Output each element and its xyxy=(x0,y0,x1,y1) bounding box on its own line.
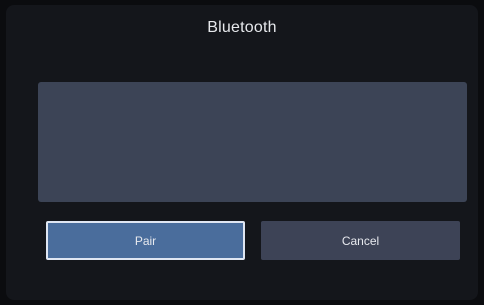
pairing-message-box xyxy=(38,82,467,202)
dialog-title: Bluetooth xyxy=(207,19,277,36)
cancel-button-label: Cancel xyxy=(341,233,380,248)
bluetooth-pair-dialog: Bluetooth Pair Cancel xyxy=(6,5,478,300)
pair-button[interactable]: Pair xyxy=(46,221,245,260)
pair-button-label: Pair xyxy=(134,233,157,248)
cancel-button[interactable]: Cancel xyxy=(261,221,460,260)
